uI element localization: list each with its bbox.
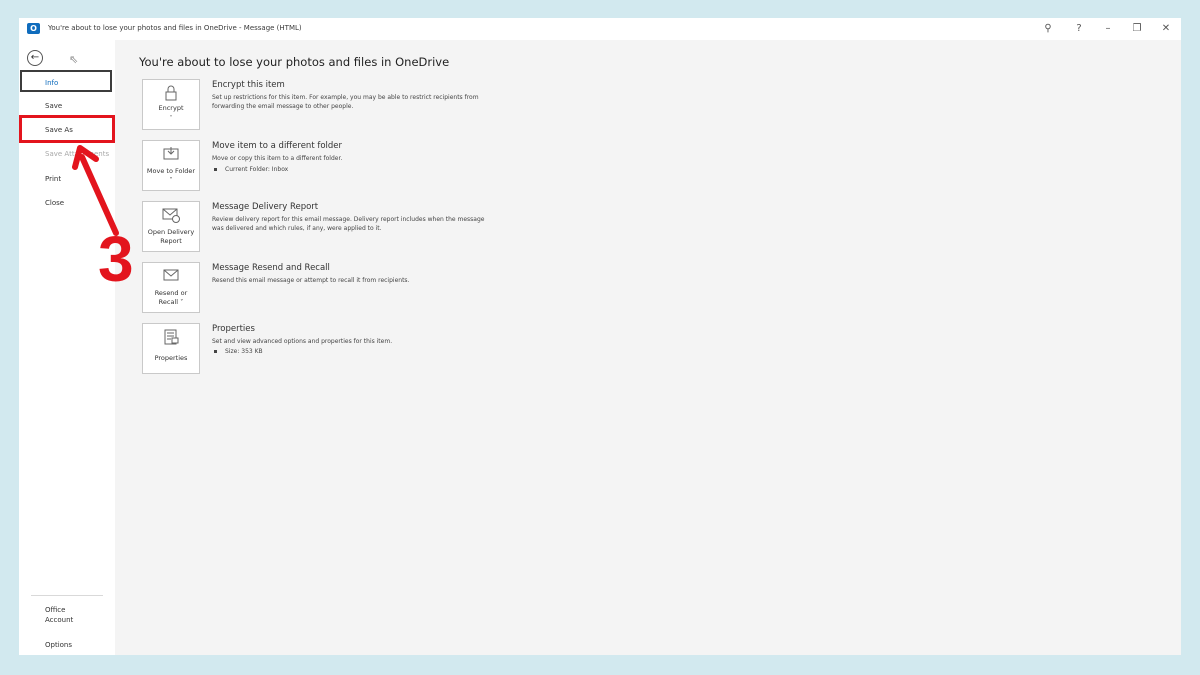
lock-icon [143,85,199,101]
properties-description: Set and view advanced options and proper… [212,338,393,345]
encrypt-button[interactable]: Encrypt ˅ [142,79,200,130]
resend-title: Message Resend and Recall [212,263,330,273]
delivery-title: Message Delivery Report [212,202,319,212]
properties-title: Properties [212,324,255,334]
move-to-folder-label: Move to Folder ˅ [146,167,196,184]
window-title: You're about to lose your photos and fil… [48,24,302,32]
delivery-description: Review delivery report for this email me… [212,216,485,232]
encrypt-button-label: Encrypt [158,104,184,112]
page-title: You're about to lose your photos and fil… [139,55,450,69]
resend-description: Resend this email message or attempt to … [212,277,410,284]
bullet-icon [214,350,217,353]
nav-item-office-account[interactable]: Office Account [20,605,80,625]
minimize-icon[interactable]: – [1100,21,1116,37]
nav-item-info[interactable]: Info [20,70,112,92]
properties-button[interactable]: Properties [142,323,200,374]
properties-label: Properties [154,354,188,362]
resend-or-recall-button[interactable]: Resend or Recall ˅ [142,262,200,313]
move-description: Move or copy this item to a different fo… [212,155,343,162]
properties-icon [143,329,199,345]
outlook-app-icon: O [27,23,40,34]
step-number: 3 [98,223,134,295]
nav-item-options[interactable]: Options [20,634,112,655]
chevron-down-icon: ˅ [169,115,173,122]
back-arrow-icon[interactable]: ← [27,50,43,66]
open-delivery-report-button[interactable]: Open Delivery Report [142,201,200,252]
nav-divider [31,595,103,596]
title-bar: O You're about to lose your photos and f… [19,18,1181,40]
encrypt-title: Encrypt this item [212,80,285,90]
resend-or-recall-label: Resend or Recall ˅ [154,289,188,306]
move-title: Move item to a different folder [212,141,343,151]
encrypt-description: Set up restrictions for this item. For e… [212,94,479,110]
outlook-window: O You're about to lose your photos and f… [19,18,1181,655]
nav-item-save[interactable]: Save [20,95,112,117]
close-icon[interactable]: ✕ [1158,21,1174,37]
open-delivery-report-label: Open Delivery Report [147,228,195,245]
resend-recall-icon [143,268,199,284]
coauthor-icon[interactable]: ⚲ [1040,21,1056,37]
move-to-folder-button[interactable]: Move to Folder ˅ [142,140,200,191]
help-icon[interactable]: ? [1071,21,1087,37]
current-folder-info: Current Folder: Inbox [214,166,288,173]
size-text: Size: 353 KB [225,348,263,355]
delivery-report-icon [143,207,199,223]
current-folder-text: Current Folder: Inbox [225,166,289,173]
restore-icon[interactable]: ❐ [1129,21,1145,37]
bullet-icon [214,168,217,171]
save-as-highlight-box [19,115,115,143]
mouse-cursor-icon: ⇖ [69,53,79,66]
move-folder-icon [143,146,199,162]
size-info: Size: 353 KB [214,348,263,355]
